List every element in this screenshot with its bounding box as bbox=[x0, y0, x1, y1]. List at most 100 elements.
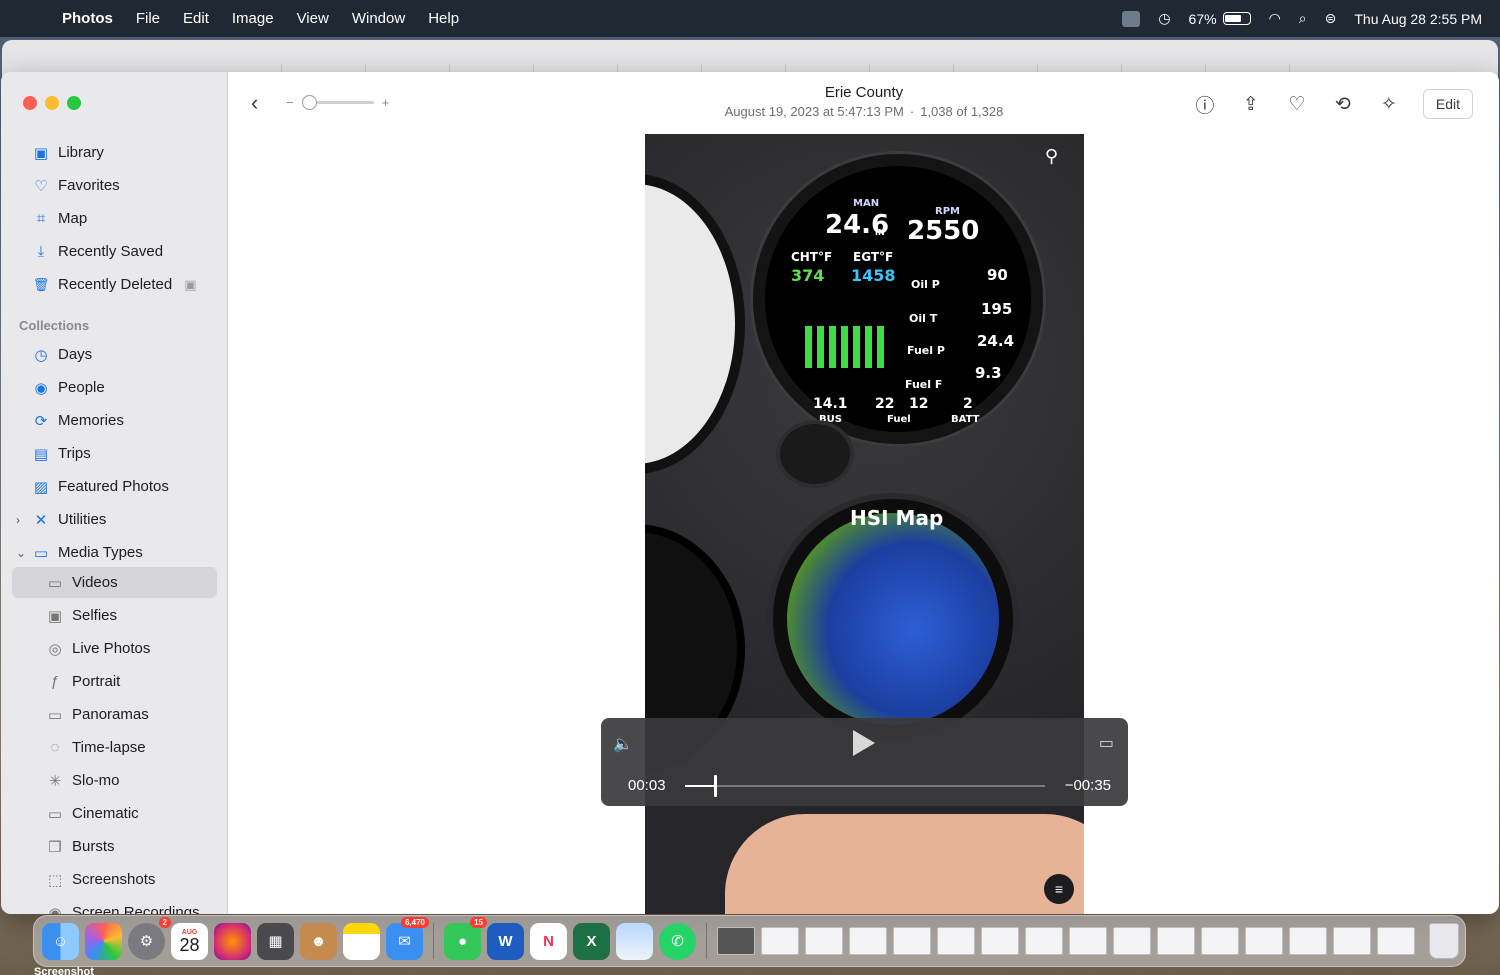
firefox-icon[interactable] bbox=[214, 922, 251, 960]
sidebar-item-label: Selfies bbox=[72, 607, 118, 624]
notes-icon[interactable] bbox=[343, 922, 380, 960]
rotate-icon[interactable]: ⟲ bbox=[1331, 92, 1355, 116]
sidebar-item-favorites[interactable]: ♡ Favorites bbox=[12, 170, 217, 201]
sidebar-item-label: Bursts bbox=[72, 838, 115, 855]
hsi-title: HSI Map bbox=[850, 506, 944, 530]
sidebar-item-people[interactable]: ◉ People bbox=[12, 372, 217, 403]
contacts-icon[interactable]: ☻ bbox=[300, 922, 337, 960]
dock-minimized-window[interactable] bbox=[761, 927, 799, 955]
info-icon[interactable]: ⓘ bbox=[1193, 92, 1217, 117]
play-button[interactable] bbox=[853, 730, 875, 756]
clock-icon: ◷ bbox=[34, 346, 48, 364]
dock-minimized-window[interactable] bbox=[1245, 927, 1283, 955]
sidebar-item-utilities[interactable]: › ✕ Utilities bbox=[12, 504, 217, 535]
sidebar-item-videos[interactable]: ▭ Videos bbox=[12, 567, 217, 598]
sidebar-item-days[interactable]: ◷ Days bbox=[12, 339, 217, 370]
desktop-file-label[interactable]: Screenshot bbox=[34, 966, 94, 975]
messages-icon[interactable]: ● 15 bbox=[444, 916, 487, 960]
dock-minimized-window[interactable] bbox=[1113, 927, 1151, 955]
control-center-icon[interactable]: ⊜ bbox=[1325, 10, 1337, 27]
minimize-window-button[interactable] bbox=[45, 96, 59, 110]
preview-icon[interactable] bbox=[616, 922, 653, 960]
dock-minimized-window[interactable] bbox=[981, 927, 1019, 955]
sidebar-item-cinematic[interactable]: ▭ Cinematic bbox=[12, 798, 217, 829]
location-pin-icon[interactable]: ⚲ bbox=[1045, 146, 1058, 167]
excel-icon[interactable]: X bbox=[573, 922, 610, 960]
sidebar-item-label: Recently Saved bbox=[58, 243, 164, 260]
cht-label: CHT°F bbox=[791, 250, 833, 264]
favorite-heart-icon[interactable]: ♡ bbox=[1285, 92, 1309, 116]
battery-status[interactable]: 67% bbox=[1189, 11, 1251, 27]
whatsapp-icon[interactable]: ✆ bbox=[659, 922, 696, 960]
trash-can-icon[interactable] bbox=[1429, 923, 1459, 959]
mail-icon[interactable]: ✉ 6,470 bbox=[386, 916, 429, 960]
word-icon[interactable]: W bbox=[487, 922, 524, 960]
edit-button[interactable]: Edit bbox=[1422, 89, 1473, 119]
chevron-right-icon[interactable]: › bbox=[16, 513, 20, 527]
photos-app-icon[interactable] bbox=[85, 922, 122, 960]
share-icon[interactable]: ⇪ bbox=[1239, 92, 1263, 116]
calculator-icon[interactable]: ▦ bbox=[257, 922, 294, 960]
menubar-app-icon[interactable] bbox=[1122, 10, 1141, 27]
sidebar-item-portrait[interactable]: ƒ Portrait bbox=[12, 666, 217, 697]
dock-minimized-window[interactable] bbox=[937, 927, 975, 955]
sidebar-item-map[interactable]: ⌗ Map bbox=[12, 203, 217, 234]
sidebar-item-label: Live Photos bbox=[72, 640, 151, 657]
battery-amps-value: 2 bbox=[963, 396, 973, 412]
video-scrubber[interactable] bbox=[685, 775, 1045, 797]
scrubber-handle[interactable] bbox=[713, 775, 717, 797]
dock-minimized-window[interactable] bbox=[849, 927, 887, 955]
volume-icon[interactable]: 🔈 bbox=[613, 734, 633, 754]
menu-image[interactable]: Image bbox=[232, 10, 274, 27]
sidebar-item-screenshots[interactable]: ⬚ Screenshots bbox=[12, 864, 217, 895]
dock-minimized-window[interactable] bbox=[717, 927, 755, 955]
sidebar-item-selfies[interactable]: ▣ Selfies bbox=[12, 600, 217, 631]
dock-minimized-window[interactable] bbox=[893, 927, 931, 955]
sidebar-item-slo-mo[interactable]: ✳ Slo-mo bbox=[12, 765, 217, 796]
dock-minimized-window[interactable] bbox=[1157, 927, 1195, 955]
dock-divider bbox=[706, 923, 707, 959]
menubar-clock[interactable]: Thu Aug 28 2:55 PM bbox=[1354, 11, 1482, 27]
sidebar-item-library[interactable]: ▣ Library bbox=[12, 137, 217, 168]
close-window-button[interactable] bbox=[23, 96, 37, 110]
menu-app-photos[interactable]: Photos bbox=[62, 10, 113, 27]
sidebar-item-featured-photos[interactable]: ▨ Featured Photos bbox=[12, 471, 217, 502]
dock-minimized-window[interactable] bbox=[1377, 927, 1415, 955]
dock-minimized-window[interactable] bbox=[1333, 927, 1371, 955]
finder-icon[interactable]: ☺ bbox=[42, 922, 79, 960]
sidebar-item-live-photos[interactable]: ◎ Live Photos bbox=[12, 633, 217, 664]
sidebar-item-recently-saved[interactable]: ⤓ Recently Saved bbox=[12, 236, 217, 267]
chevron-down-icon[interactable]: ⌄ bbox=[16, 546, 26, 560]
sidebar-item-screen-recordings[interactable]: ◉ Screen Recordings bbox=[12, 897, 217, 914]
fullscreen-window-button[interactable] bbox=[67, 96, 81, 110]
live-text-icon[interactable]: ≡ bbox=[1044, 874, 1074, 904]
menu-help[interactable]: Help bbox=[428, 10, 459, 27]
menu-file[interactable]: File bbox=[136, 10, 160, 27]
system-settings-icon[interactable]: ⚙ 2 bbox=[128, 916, 171, 960]
dock-minimized-window[interactable] bbox=[1289, 927, 1327, 955]
menu-view[interactable]: View bbox=[297, 10, 329, 27]
news-icon[interactable]: N bbox=[530, 922, 567, 960]
sidebar: ▣ Library ♡ Favorites ⌗ Map ⤓ Recently S… bbox=[1, 72, 228, 914]
sidebar-item-recently-deleted[interactable]: 🗑 Recently Deleted ▣ bbox=[12, 269, 217, 300]
menu-window[interactable]: Window bbox=[352, 10, 405, 27]
sidebar-item-time-lapse[interactable]: ◌ Time-lapse bbox=[12, 732, 217, 763]
sidebar-item-memories[interactable]: ⟳ Memories bbox=[12, 405, 217, 436]
dock-minimized-window[interactable] bbox=[805, 927, 843, 955]
sidebar-item-media-types[interactable]: ⌄ ▭ Media Types bbox=[12, 537, 217, 568]
menu-edit[interactable]: Edit bbox=[183, 10, 209, 27]
sidebar-item-panoramas[interactable]: ▭ Panoramas bbox=[12, 699, 217, 730]
sidebar-item-bursts[interactable]: ❒ Bursts bbox=[12, 831, 217, 862]
dock-minimized-window[interactable] bbox=[1069, 927, 1107, 955]
spotlight-search-icon[interactable]: ⌕ bbox=[1299, 10, 1307, 27]
wifi-icon[interactable]: ◠ bbox=[1269, 10, 1281, 27]
auto-enhance-icon[interactable]: ✧ bbox=[1377, 92, 1401, 116]
hsi-map-display-image bbox=[773, 499, 1013, 739]
sidebar-item-trips[interactable]: ▤ Trips bbox=[12, 438, 217, 469]
rpm-value: 2550 bbox=[907, 216, 980, 246]
dock-minimized-window[interactable] bbox=[1025, 927, 1063, 955]
dock-minimized-window[interactable] bbox=[1201, 927, 1239, 955]
calendar-icon[interactable]: AUG 28 bbox=[171, 922, 208, 960]
time-machine-icon[interactable]: ◷ bbox=[1158, 10, 1170, 27]
airplay-icon[interactable]: ▭ bbox=[1099, 733, 1114, 753]
